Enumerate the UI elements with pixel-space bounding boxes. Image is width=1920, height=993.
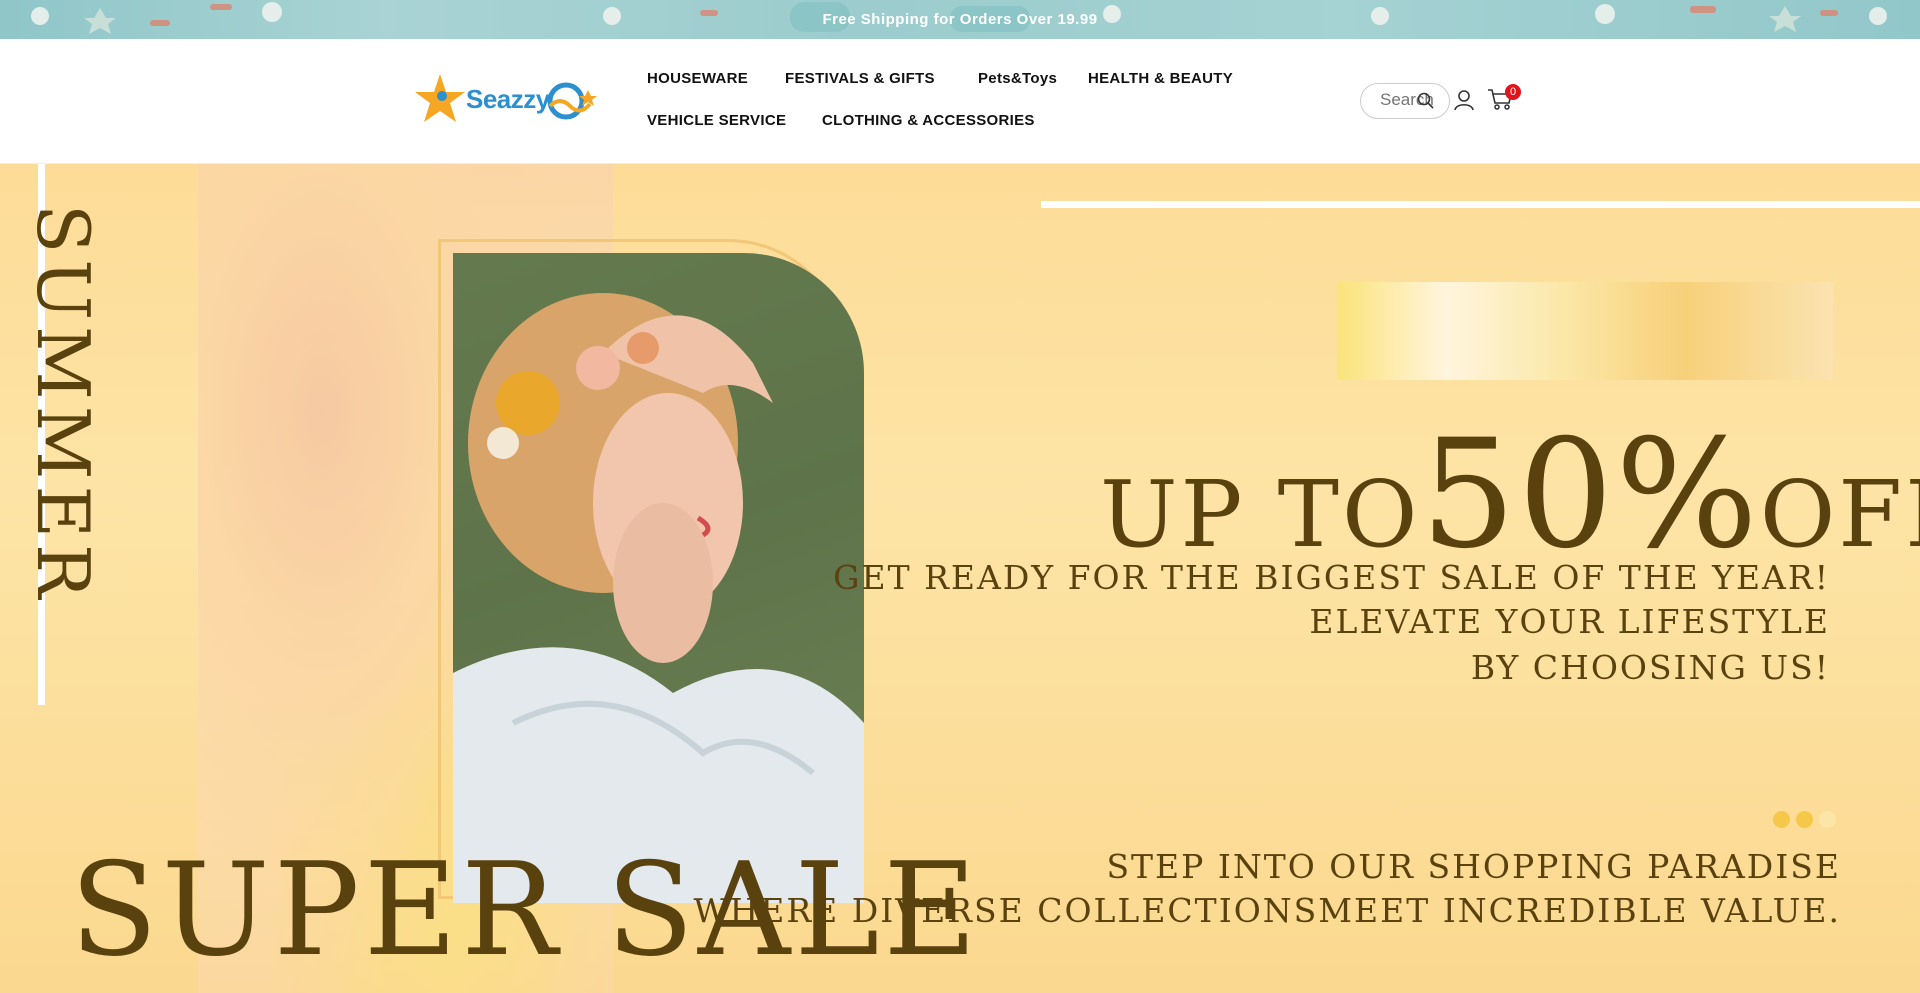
nav-vehicle-service[interactable]: VEHICLE SERVICE bbox=[647, 112, 786, 129]
discount-headline: UP TO50%OFF bbox=[1100, 408, 1920, 582]
logo[interactable]: Seazzy bbox=[414, 72, 598, 126]
hero-banner[interactable]: SUMMER SUPER SALE UP TO50%OFF GET READY … bbox=[0, 164, 1920, 993]
decorative-line bbox=[1041, 201, 1920, 208]
model-photo bbox=[453, 253, 864, 903]
nav-festivals-gifts[interactable]: FESTIVALS & GIFTS bbox=[785, 70, 935, 87]
slide-dot-3[interactable] bbox=[1819, 811, 1836, 828]
announcement-bar: Free Shipping for Orders Over 19.99 bbox=[0, 0, 1920, 39]
user-icon[interactable] bbox=[1452, 88, 1476, 117]
model-illustration bbox=[453, 293, 864, 903]
painted-stroke-right bbox=[1337, 282, 1833, 380]
headline-up-to: UP TO bbox=[1100, 461, 1421, 568]
slide-dot-1[interactable] bbox=[1773, 811, 1790, 828]
nav-clothing-accessories[interactable]: CLOTHING & ACCESSORIES bbox=[822, 112, 1035, 129]
nav-houseware[interactable]: HOUSEWARE bbox=[647, 70, 748, 87]
site-header: Seazzy HOUSEWARE FESTIVALS & GIFTS Pets&… bbox=[0, 39, 1920, 164]
search-box[interactable] bbox=[1360, 83, 1450, 119]
announcement-text: Free Shipping for Orders Over 19.99 bbox=[822, 11, 1098, 28]
cart-count-badge: 0 bbox=[1505, 84, 1521, 100]
starfish-logo-icon bbox=[415, 74, 465, 122]
summer-vertical-title: SUMMER bbox=[21, 204, 105, 605]
search-icon[interactable] bbox=[1417, 92, 1434, 114]
slide-indicator bbox=[1773, 811, 1842, 833]
slide-dot-2[interactable] bbox=[1796, 811, 1813, 828]
tagline-line-1: STEP INTO OUR SHOPPING PARADISE bbox=[1106, 847, 1841, 886]
wave-logo-icon bbox=[547, 82, 597, 120]
logo-text: Seazzy bbox=[466, 84, 550, 114]
subtitle-line-3: BY CHOOSING US! bbox=[1470, 648, 1830, 687]
nav-pets-toys[interactable]: Pets&Toys bbox=[978, 70, 1057, 87]
tagline-line-2: WHERE DIVERSE COLLECTIONSMEET INCREDIBLE… bbox=[693, 891, 1841, 930]
headline-percent: 50% bbox=[1420, 408, 1760, 582]
headline-off: OFF bbox=[1759, 461, 1920, 568]
subtitle-line-1: GET READY FOR THE BIGGEST SALE OF THE YE… bbox=[833, 558, 1830, 597]
subtitle-line-2: ELEVATE YOUR LIFESTYLE bbox=[1309, 602, 1830, 641]
nav-health-beauty[interactable]: HEALTH & BEAUTY bbox=[1088, 70, 1233, 87]
